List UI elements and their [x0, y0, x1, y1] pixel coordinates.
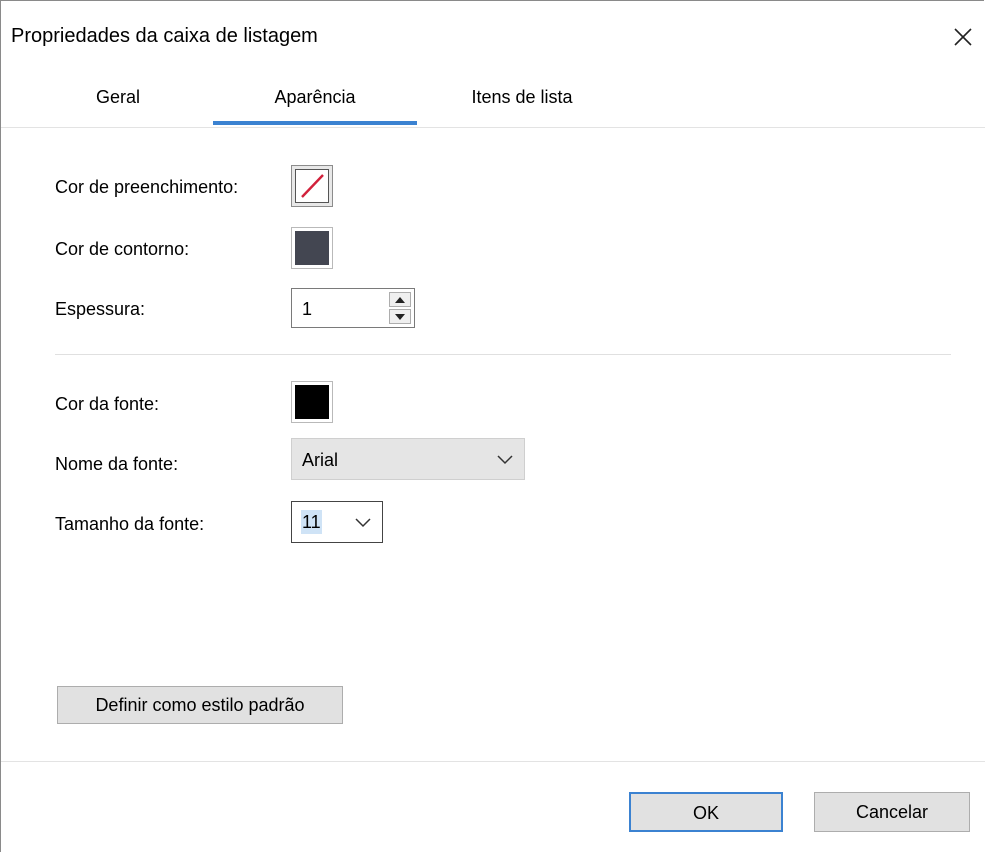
font-name-label: Nome da fonte:: [55, 454, 179, 474]
list-box-properties-dialog: Propriedades da caixa de listagem Geral …: [0, 0, 985, 852]
decrement-button[interactable]: [389, 309, 411, 324]
triangle-up-icon: [395, 296, 405, 303]
increment-button[interactable]: [389, 292, 411, 307]
close-icon: [954, 28, 972, 46]
outline-color-swatch: [295, 231, 329, 265]
font-name-value: Arial: [302, 450, 339, 470]
font-color-swatch: [295, 385, 329, 419]
thickness-value[interactable]: 1: [302, 297, 312, 321]
footer-divider: [1, 761, 985, 762]
triangle-down-icon: [395, 313, 405, 320]
ok-button[interactable]: OK: [629, 792, 783, 832]
thickness-label: Espessura:: [55, 299, 146, 319]
section-divider: [55, 354, 951, 355]
thickness-spinner[interactable]: 1: [291, 288, 415, 328]
close-button[interactable]: [945, 19, 981, 55]
no-fill-icon: [295, 169, 329, 203]
tab-list-items[interactable]: Itens de lista: [437, 85, 607, 109]
outline-color-label: Cor de contorno:: [55, 239, 190, 259]
chevron-down-icon: [497, 455, 513, 465]
font-size-combobox[interactable]: 11: [291, 501, 383, 543]
tab-divider: [1, 127, 985, 128]
set-default-style-button[interactable]: Definir como estilo padrão: [57, 686, 343, 724]
tab-general[interactable]: Geral: [63, 85, 173, 109]
cancel-button[interactable]: Cancelar: [814, 792, 970, 832]
font-size-label: Tamanho da fonte:: [55, 514, 205, 534]
chevron-down-icon: [355, 518, 371, 528]
tab-appearance[interactable]: Aparência: [213, 85, 417, 109]
font-name-dropdown[interactable]: Arial: [291, 438, 525, 480]
fill-color-button[interactable]: [291, 165, 333, 207]
font-color-label: Cor da fonte:: [55, 394, 160, 414]
fill-color-label: Cor de preenchimento:: [55, 177, 239, 197]
dialog-title: Propriedades da caixa de listagem: [11, 25, 318, 47]
active-tab-indicator: [213, 121, 417, 125]
font-color-button[interactable]: [291, 381, 333, 423]
outline-color-button[interactable]: [291, 227, 333, 269]
font-size-value[interactable]: 11: [301, 510, 322, 534]
